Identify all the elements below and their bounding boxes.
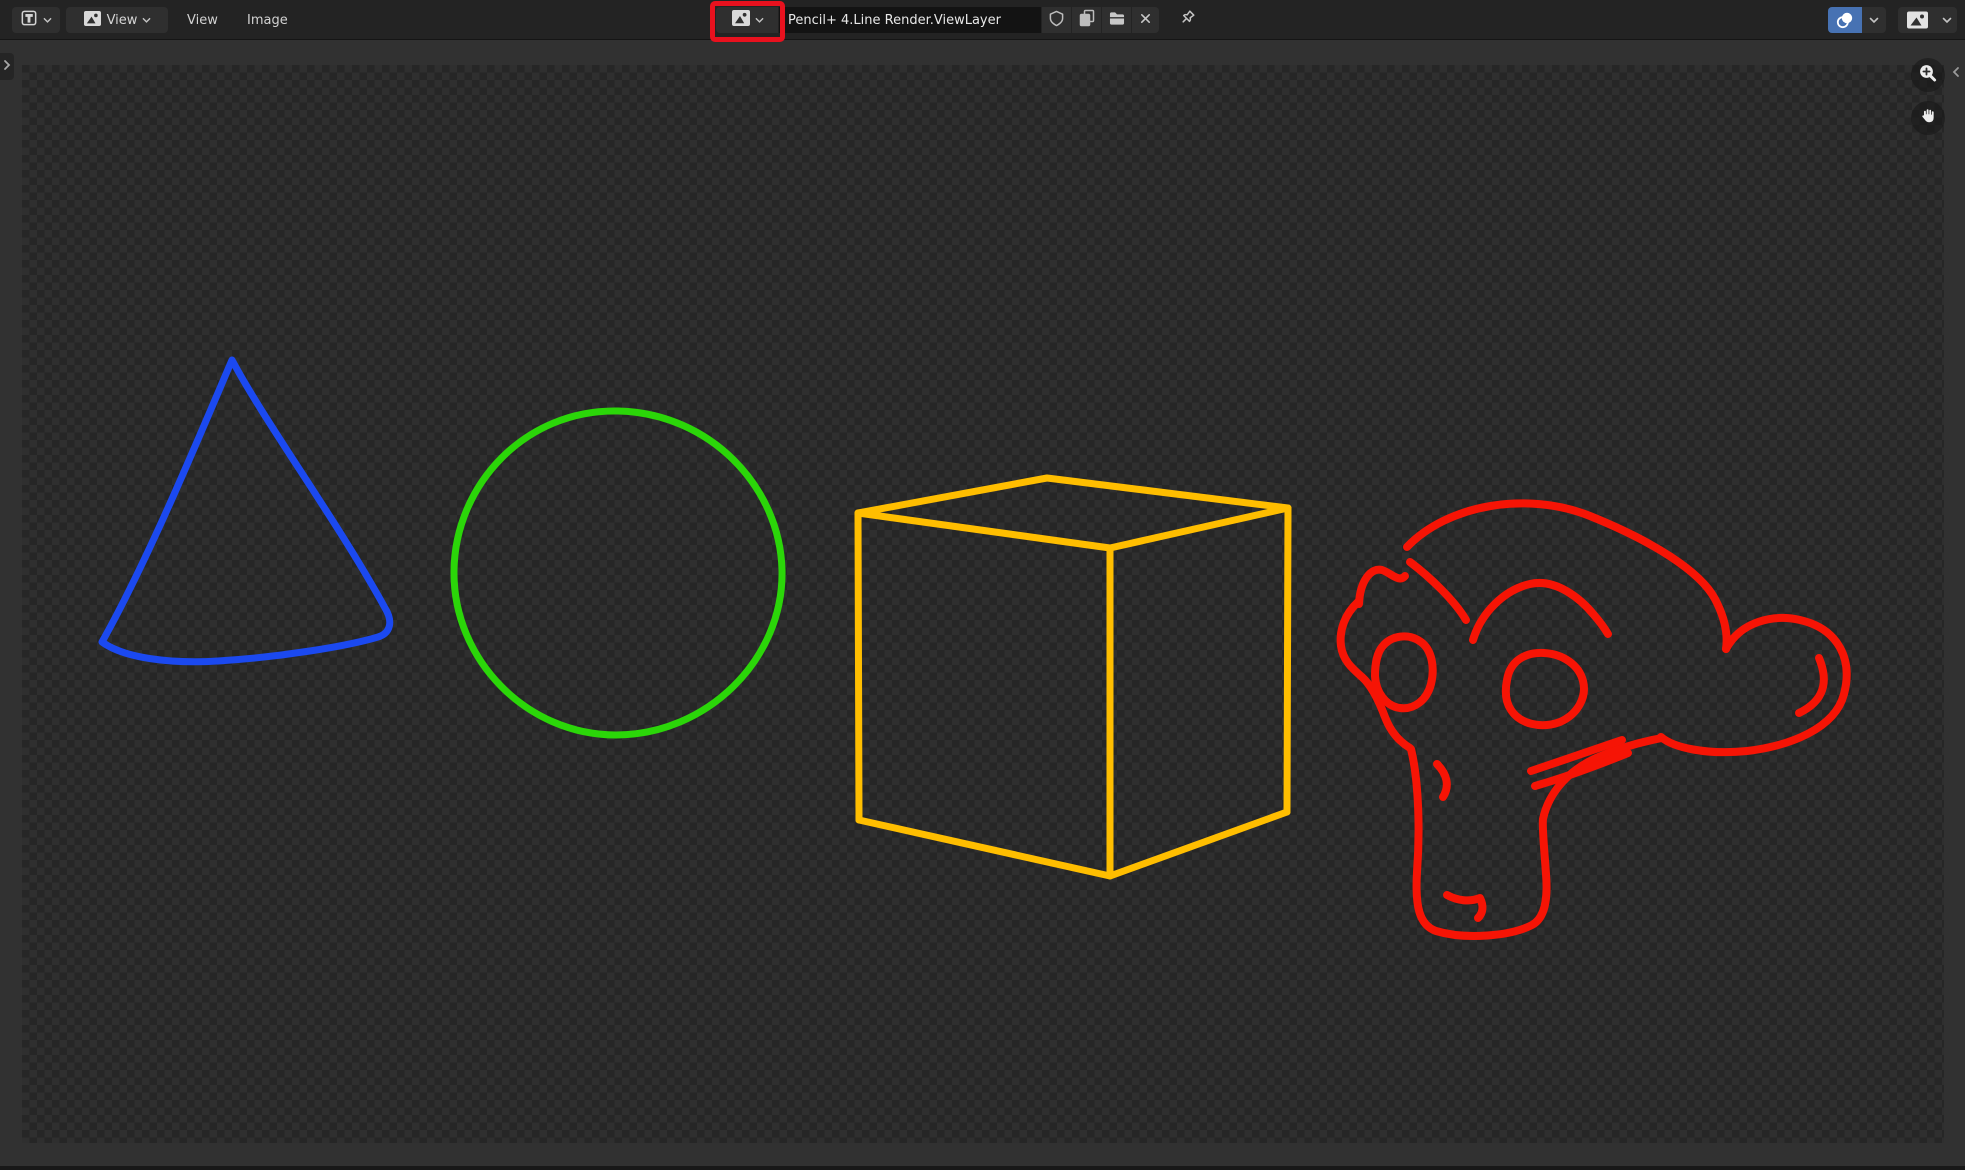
editor-header: View View Image Pencil+ 4.Line Render.Vi… [0, 0, 1965, 40]
chevron-left-icon [1952, 66, 1960, 82]
chevron-down-icon [1936, 7, 1957, 33]
shield-icon [1049, 10, 1064, 31]
fake-user-button[interactable] [1042, 7, 1071, 33]
mode-selector-label: View [107, 13, 138, 28]
image-icon [1898, 7, 1936, 33]
chevron-down-icon [755, 13, 764, 28]
pan-gizmo[interactable] [1911, 101, 1945, 135]
close-icon [1139, 12, 1152, 29]
open-image-button[interactable] [1102, 7, 1131, 33]
window-bottom-edge [0, 1166, 1965, 1170]
pin-button[interactable] [1174, 7, 1200, 33]
folder-icon [1108, 11, 1126, 30]
image-viewport [0, 41, 1965, 1166]
chevron-right-icon [3, 59, 11, 75]
menu-image[interactable]: Image [238, 7, 297, 33]
image-icon [731, 9, 751, 31]
magnifier-plus-icon [1917, 62, 1939, 88]
image-canvas[interactable] [22, 65, 1944, 1143]
browse-image-dropdown[interactable] [716, 7, 778, 33]
chevron-down-icon [1862, 7, 1886, 33]
hand-icon [1918, 106, 1938, 130]
duplicate-image-button[interactable] [1072, 7, 1101, 33]
image-icon [83, 10, 102, 31]
unlink-image-button[interactable] [1132, 7, 1159, 33]
sidebar-toggle-tab[interactable] [1949, 64, 1963, 84]
menu-view[interactable]: View [178, 7, 227, 33]
image-editor-icon [20, 9, 38, 31]
editor-type-button[interactable] [12, 7, 60, 33]
image-name-field[interactable]: Pencil+ 4.Line Render.ViewLayer [779, 7, 1041, 33]
image-selector-dropdown[interactable] [1898, 7, 1957, 33]
mode-selector-dropdown[interactable]: View [66, 7, 168, 33]
chevron-down-icon [142, 13, 151, 28]
image-datablock-cluster: Pencil+ 4.Line Render.ViewLayer [716, 7, 1200, 33]
zoom-gizmo[interactable] [1911, 58, 1945, 92]
color-channels-icon [1828, 7, 1862, 33]
chevron-down-icon [43, 13, 52, 28]
display-channels-dropdown[interactable] [1828, 7, 1886, 33]
pin-icon [1177, 8, 1197, 32]
toolbar-toggle-tab[interactable] [0, 53, 14, 80]
copy-icon [1079, 9, 1095, 31]
